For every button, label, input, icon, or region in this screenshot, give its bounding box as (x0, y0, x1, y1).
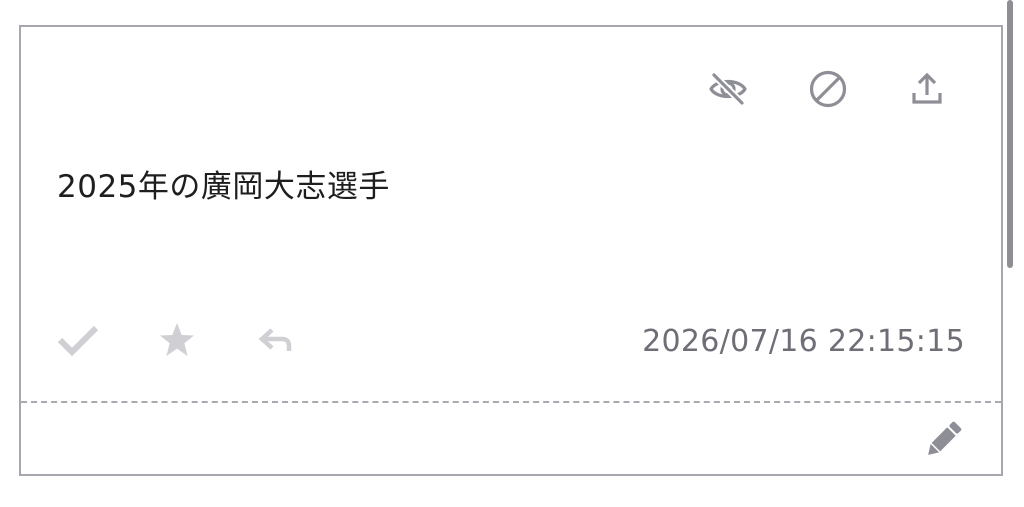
pencil-icon (928, 421, 962, 455)
edit-button[interactable] (918, 415, 968, 465)
message-card: 2025年の廣岡大志選手 2026/07/16 22:15:15 (19, 25, 1003, 476)
upload-icon (912, 72, 942, 104)
reply-button[interactable] (254, 320, 298, 360)
message-text: 2025年の廣岡大志選手 (57, 169, 390, 205)
scrollbar[interactable] (1007, 0, 1013, 268)
dashed-divider (21, 401, 1001, 403)
card-top-actions (701, 69, 1001, 109)
check-icon (57, 325, 99, 357)
star-icon (160, 323, 194, 356)
reply-icon (258, 328, 292, 351)
block-icon (809, 70, 847, 108)
hide-button[interactable] (708, 69, 748, 109)
block-button[interactable] (808, 69, 848, 109)
favorite-button[interactable] (155, 320, 199, 360)
eye-off-icon (709, 72, 747, 106)
share-button[interactable] (907, 69, 947, 109)
mark-read-button[interactable] (56, 320, 100, 360)
message-timestamp: 2026/07/16 22:15:15 (642, 324, 965, 359)
